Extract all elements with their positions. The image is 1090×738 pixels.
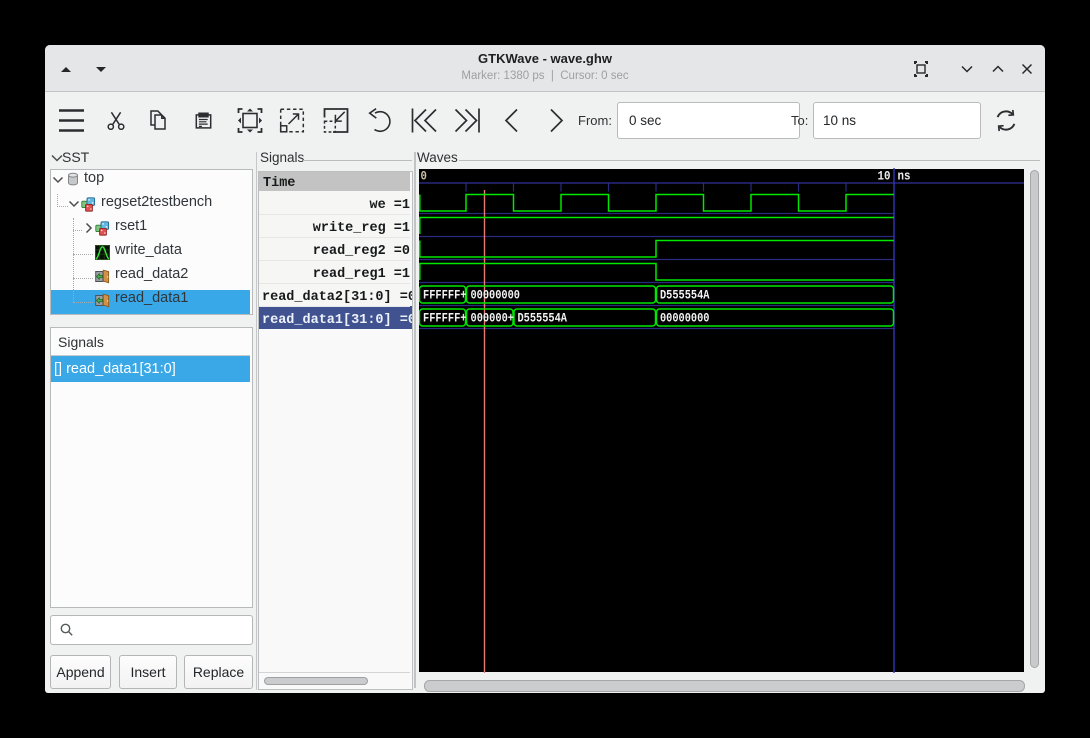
svg-text:00000000: 00000000 (660, 311, 710, 326)
svg-text:00000000: 00000000 (471, 288, 521, 303)
svg-text:10: 10 (878, 169, 891, 184)
svg-text:FFFFFF+: FFFFFF+ (423, 288, 467, 303)
svg-text:D555554A: D555554A (660, 288, 710, 303)
svg-text:D555554A: D555554A (518, 311, 568, 326)
svg-text:FFFFFF+: FFFFFF+ (423, 311, 467, 326)
svg-text:0: 0 (421, 169, 428, 184)
svg-text:ns: ns (898, 169, 911, 184)
svg-text:000000+: 000000+ (471, 311, 515, 326)
